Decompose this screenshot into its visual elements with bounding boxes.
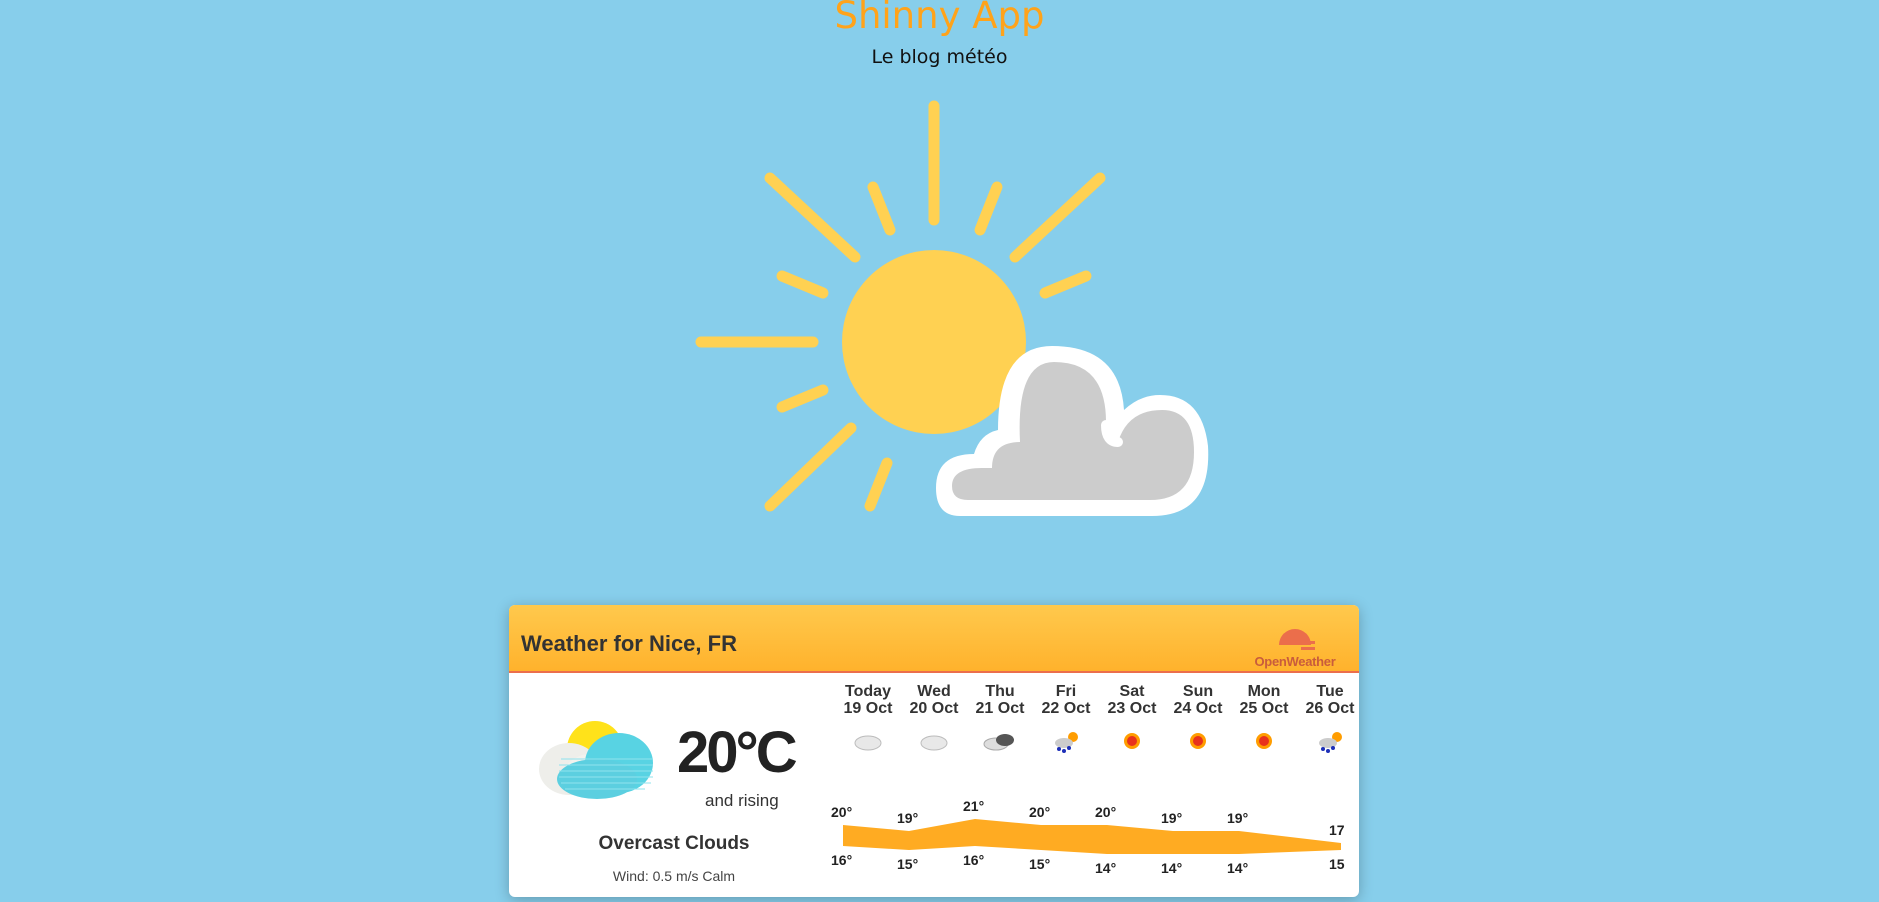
widget-title: Weather for Nice, FR [521, 631, 737, 656]
widget-header: Weather for Nice, FR OpenWeather [509, 605, 1359, 673]
high-temp: 17 [1329, 822, 1345, 838]
high-temp: 19° [1227, 810, 1248, 826]
temperature-trend: and rising [705, 791, 779, 810]
wind-info: Wind: 0.5 m/s Calm [612, 868, 736, 884]
low-temp: 16° [963, 852, 984, 868]
openweather-label: OpenWeather [1254, 654, 1336, 669]
openweather-sun-icon [1279, 629, 1315, 650]
current-temperature: 20°C [677, 720, 798, 785]
sun-behind-cloud-icon [695, 100, 1209, 516]
low-temp: 15° [1029, 856, 1050, 872]
openweather-logo[interactable]: OpenWeather [1245, 623, 1345, 669]
app-subtitle: Le blog météo [871, 46, 1008, 68]
low-temp: 14° [1095, 860, 1116, 876]
temperature-chart: 20° 16° 19° 15° 21° 16° 20° 15° 20° 14° 19° 14° 19° 1… [831, 798, 1345, 876]
high-temp: 20° [1095, 804, 1116, 820]
current-conditions: 20°C and rising Overcast Clouds Wind: 0.… [509, 673, 827, 897]
overcast-clouds-icon [539, 721, 653, 799]
low-temp: 14° [1161, 860, 1182, 876]
low-temp: 15° [897, 856, 918, 872]
high-temp: 20° [1029, 804, 1050, 820]
high-temp: 19° [1161, 810, 1182, 826]
low-temp: 14° [1227, 860, 1248, 876]
current-condition: Overcast Clouds [598, 833, 750, 854]
high-temp: 21° [963, 798, 984, 814]
weather-widget: Weather for Nice, FR OpenWeather 20°C an… [509, 605, 1359, 897]
low-temp: 15 [1329, 856, 1345, 872]
high-temp: 20° [831, 804, 852, 820]
high-temp: 19° [897, 810, 918, 826]
forecast: Today 19 Oct Wed 20 Oct Thu 21 Oct Fri 22 Oc… [827, 673, 1359, 897]
app-title: Shinny App [834, 0, 1045, 37]
low-temp: 16° [831, 852, 852, 868]
